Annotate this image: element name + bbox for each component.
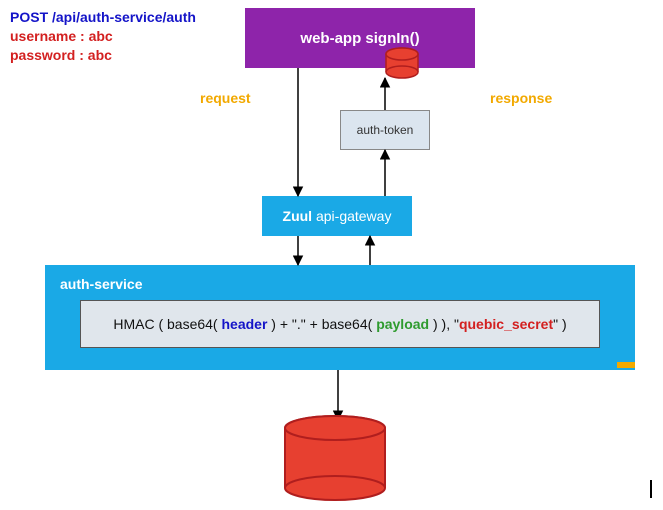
webapp-label: web-app signIn() — [300, 30, 419, 47]
auth-token-box: auth-token — [340, 110, 430, 150]
text-cursor — [650, 480, 652, 498]
api-endpoint-line: POST /api/auth-service/auth — [10, 8, 240, 27]
auth-token-label: auth-token — [357, 123, 414, 137]
zuul-label: Zuul api-gateway — [283, 208, 392, 224]
mongodb-subtitle: User,Role, Permission — [296, 465, 355, 495]
diagram-connectors — [0, 0, 663, 510]
zuul-gateway-box: Zuul api-gateway — [262, 196, 412, 236]
mongodb-title: MongoDB — [296, 450, 353, 465]
mongodb-box: MongoDB User,Role, Permission — [290, 447, 385, 497]
request-label: request — [200, 90, 251, 106]
auth-service-label: auth-service — [60, 276, 142, 292]
hmac-formula-box: HMAC ( base64( header ) + "." + base64( … — [80, 300, 600, 348]
api-request-info: POST /api/auth-service/auth username : a… — [10, 8, 240, 65]
webapp-box: web-app signIn() — [245, 8, 475, 68]
response-label: response — [490, 90, 552, 106]
api-username-line: username : abc — [10, 27, 240, 46]
hmac-formula: HMAC ( base64( header ) + "." + base64( … — [113, 316, 566, 332]
api-password-line: password : abc — [10, 46, 240, 65]
